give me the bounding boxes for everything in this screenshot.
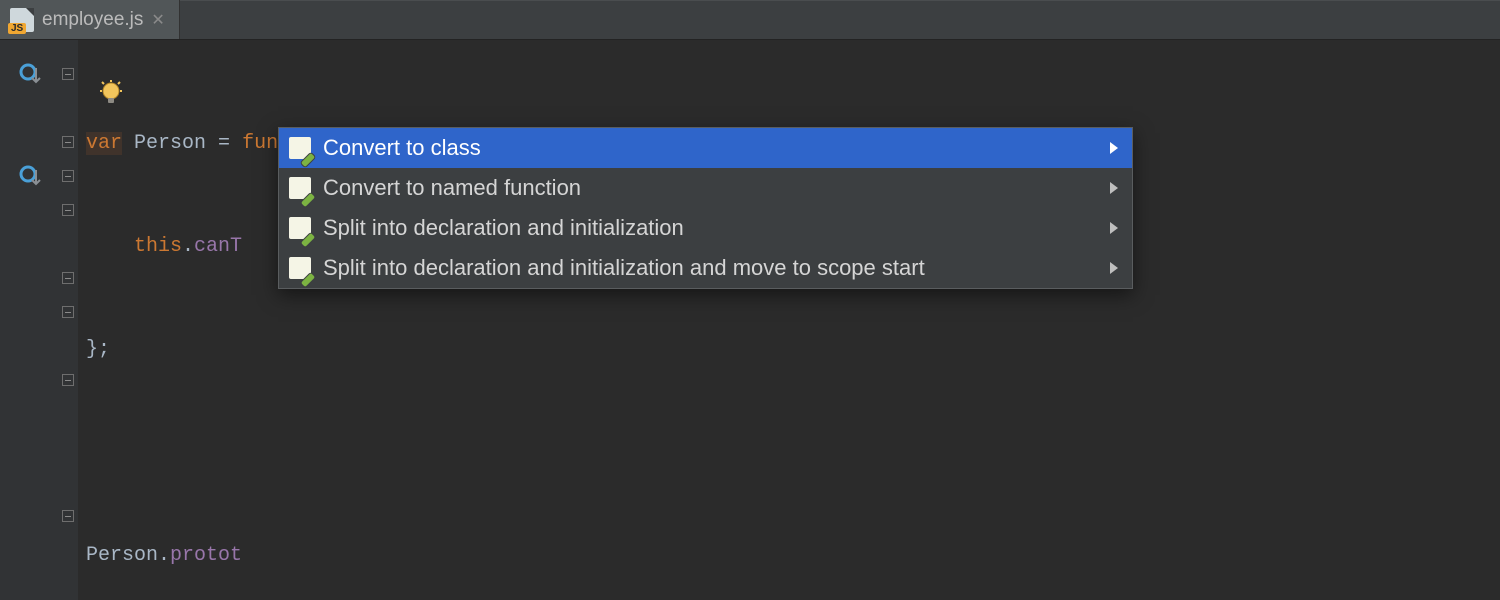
code-editor[interactable]: var Person = function() { this.canT }; P… — [78, 40, 1500, 600]
intention-label: Convert to named function — [323, 175, 1098, 201]
fold-end-icon[interactable] — [62, 272, 74, 284]
intention-convert-to-class[interactable]: Convert to class — [279, 128, 1132, 168]
submenu-arrow-icon — [1110, 262, 1118, 274]
tab-bar-empty — [180, 0, 1500, 39]
intention-split-declaration-move-scope[interactable]: Split into declaration and initializatio… — [279, 248, 1132, 288]
submenu-arrow-icon — [1110, 182, 1118, 194]
fold-end-icon[interactable] — [62, 510, 74, 522]
code-line: Person.protot — [86, 539, 1500, 573]
overridden-method-icon[interactable] — [18, 62, 42, 86]
fold-toggle-icon[interactable] — [62, 374, 74, 386]
fold-toggle-icon[interactable] — [62, 170, 74, 182]
fold-toggle-icon[interactable] — [62, 204, 74, 216]
intention-edit-icon — [289, 137, 311, 159]
js-file-icon — [10, 8, 34, 32]
intention-edit-icon — [289, 257, 311, 279]
intention-label: Convert to class — [323, 135, 1098, 161]
submenu-arrow-icon — [1110, 222, 1118, 234]
editor-area: var Person = function() { this.canT }; P… — [0, 40, 1500, 600]
intention-edit-icon — [289, 217, 311, 239]
intention-bulb-icon[interactable] — [98, 80, 124, 106]
code-line — [86, 436, 1500, 470]
fold-end-icon[interactable] — [62, 136, 74, 148]
intention-actions-popup: Convert to class Convert to named functi… — [278, 127, 1133, 289]
intention-edit-icon — [289, 177, 311, 199]
overridden-method-icon[interactable] — [18, 164, 42, 188]
close-tab-icon[interactable]: ✕ — [151, 10, 164, 30]
fold-toggle-icon[interactable] — [62, 68, 74, 80]
file-tab-employee-js[interactable]: employee.js ✕ — [0, 0, 180, 39]
intention-label: Split into declaration and initializatio… — [323, 215, 1098, 241]
submenu-arrow-icon — [1110, 142, 1118, 154]
intention-split-declaration[interactable]: Split into declaration and initializatio… — [279, 208, 1132, 248]
editor-tab-bar: employee.js ✕ — [0, 0, 1500, 40]
fold-end-icon[interactable] — [62, 306, 74, 318]
intention-convert-to-named-function[interactable]: Convert to named function — [279, 168, 1132, 208]
gutter — [0, 40, 78, 600]
code-line: }; — [86, 333, 1500, 367]
tab-filename: employee.js — [42, 9, 143, 31]
intention-label: Split into declaration and initializatio… — [323, 255, 1098, 281]
